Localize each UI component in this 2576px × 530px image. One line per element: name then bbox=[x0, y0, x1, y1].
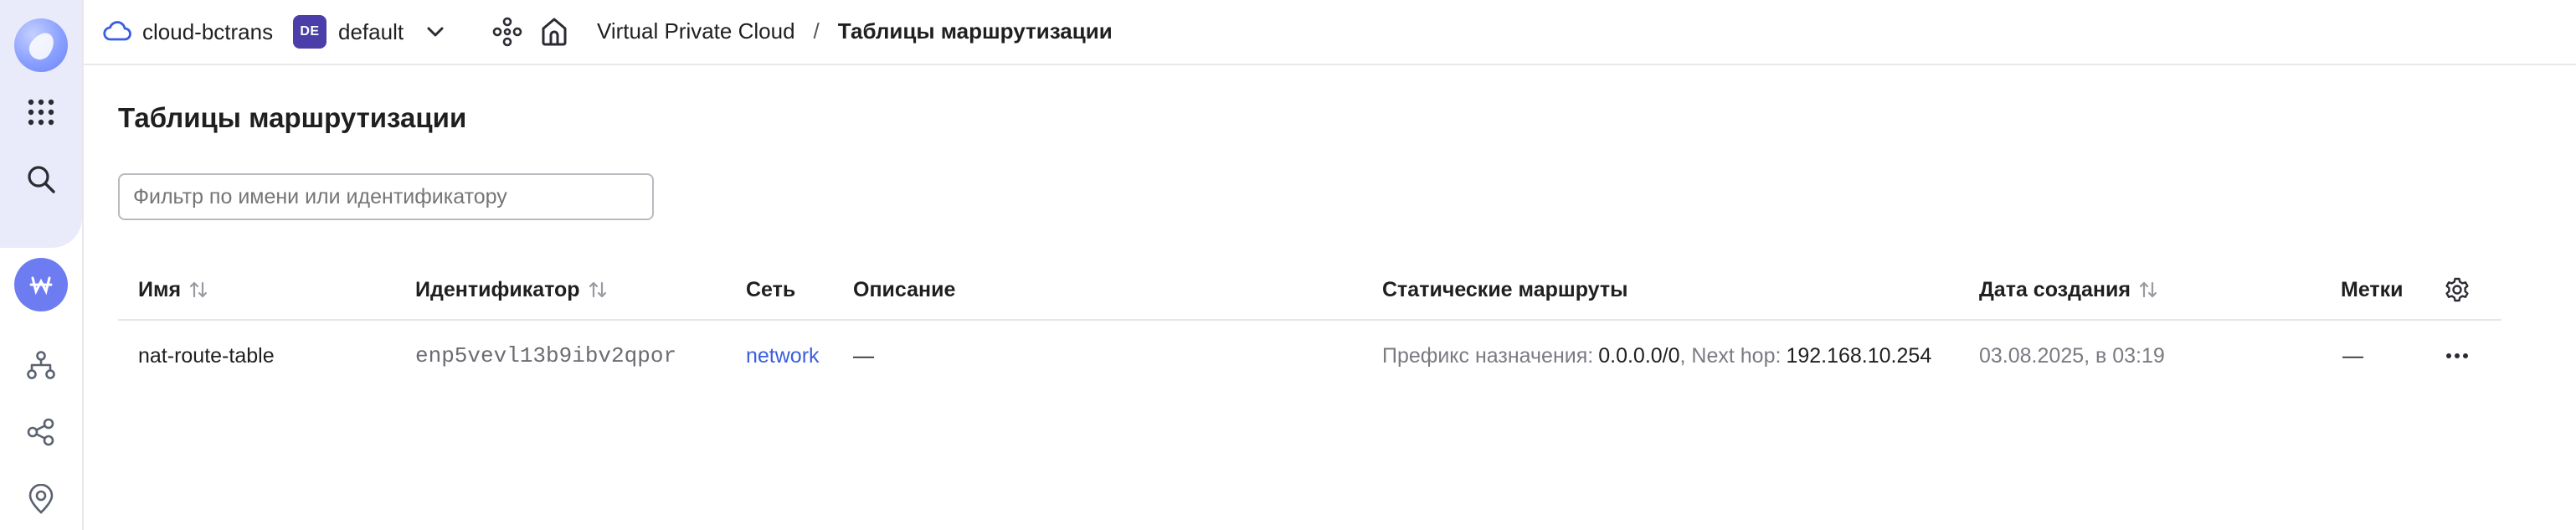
search-icon bbox=[28, 166, 55, 193]
cloud-name: cloud-bctrans bbox=[142, 18, 274, 44]
breadcrumb-separator: / bbox=[813, 18, 820, 44]
column-header-id-label: Идентификатор bbox=[415, 277, 580, 301]
column-header-name[interactable]: Имя bbox=[138, 273, 209, 306]
column-header-static-routes-label: Статические маршруты bbox=[1382, 277, 1628, 301]
row-labels: — bbox=[2342, 343, 2363, 368]
cloud-selector[interactable]: cloud-bctrans bbox=[102, 17, 273, 47]
folder-selector[interactable]: DE default bbox=[293, 15, 445, 49]
column-header-created-label: Дата создания bbox=[1979, 277, 2131, 301]
folder-name: default bbox=[338, 18, 404, 44]
column-header-network: Сеть bbox=[746, 273, 795, 306]
column-header-description: Описание bbox=[853, 273, 955, 306]
column-header-created[interactable]: Дата создания bbox=[1979, 273, 2159, 306]
logo-icon bbox=[14, 18, 68, 72]
column-header-description-label: Описание bbox=[853, 277, 956, 301]
cloud-icon bbox=[103, 21, 131, 41]
folder-badge: DE bbox=[293, 15, 326, 49]
services-menu-button[interactable] bbox=[0, 85, 82, 139]
vpc-service-button[interactable] bbox=[0, 258, 82, 311]
row-name[interactable]: nat-route-table bbox=[138, 339, 275, 373]
gear-icon bbox=[2445, 277, 2469, 302]
breadcrumb-service-link[interactable]: Virtual Private Cloud bbox=[597, 18, 795, 44]
vpc-service-icon bbox=[14, 258, 68, 311]
route-nexthop-label: , Next hop: bbox=[1679, 343, 1782, 368]
page-title: Таблицы маршрутизации bbox=[118, 102, 467, 133]
route-prefix-label: Префикс назначения: bbox=[1382, 343, 1594, 368]
home-button[interactable] bbox=[539, 15, 569, 47]
row-id: enp5vevl13b9ibv2qpor bbox=[415, 343, 677, 368]
row-static-routes: Префикс назначения: 0.0.0.0/0 , Next hop… bbox=[1382, 339, 1931, 373]
location-pin-icon bbox=[28, 484, 54, 514]
home-logo-button[interactable] bbox=[0, 18, 82, 72]
share-nodes-icon bbox=[27, 418, 54, 446]
row-network-link[interactable]: network bbox=[746, 339, 820, 373]
search-button[interactable] bbox=[0, 152, 82, 206]
service-map-icon bbox=[492, 17, 522, 47]
top-bar: cloud-bctrans DE default Virtual Private… bbox=[84, 0, 2576, 65]
more-horizontal-icon bbox=[2446, 353, 2468, 358]
row-description: — bbox=[853, 343, 874, 368]
breadcrumb-current: Таблицы маршрутизации bbox=[837, 18, 1113, 44]
sidebar-item-addresses[interactable] bbox=[0, 472, 82, 526]
sort-icon bbox=[2137, 279, 2159, 301]
column-header-labels-label: Метки bbox=[2341, 277, 2404, 301]
service-map-button[interactable] bbox=[492, 17, 522, 47]
network-topology-icon bbox=[27, 351, 55, 379]
column-header-labels: Метки bbox=[2341, 273, 2404, 306]
sidebar-item-networks[interactable] bbox=[0, 338, 82, 392]
route-nexthop-value: 192.168.10.254 bbox=[1786, 343, 1932, 368]
column-header-network-label: Сеть bbox=[746, 277, 796, 301]
apps-grid-icon bbox=[28, 99, 54, 126]
column-header-name-label: Имя bbox=[138, 277, 182, 301]
route-prefix-value: 0.0.0.0/0 bbox=[1598, 343, 1680, 368]
table-header-divider bbox=[118, 319, 2501, 321]
sidebar-item-connections[interactable] bbox=[0, 405, 82, 459]
column-header-id[interactable]: Идентификатор bbox=[415, 273, 609, 306]
column-header-static-routes: Статические маршруты bbox=[1382, 273, 1627, 306]
sort-icon bbox=[188, 279, 209, 301]
sidebar bbox=[0, 0, 84, 530]
row-created: 03.08.2025, в 03:19 bbox=[1979, 343, 2165, 368]
table-settings-button[interactable] bbox=[2444, 273, 2471, 306]
breadcrumb: Virtual Private Cloud / Таблицы маршрути… bbox=[597, 18, 1113, 44]
sort-icon bbox=[587, 279, 609, 301]
chevron-down-icon bbox=[427, 27, 444, 37]
home-icon bbox=[542, 18, 567, 46]
row-actions-button[interactable] bbox=[2445, 339, 2470, 373]
filter-input[interactable] bbox=[118, 173, 654, 220]
